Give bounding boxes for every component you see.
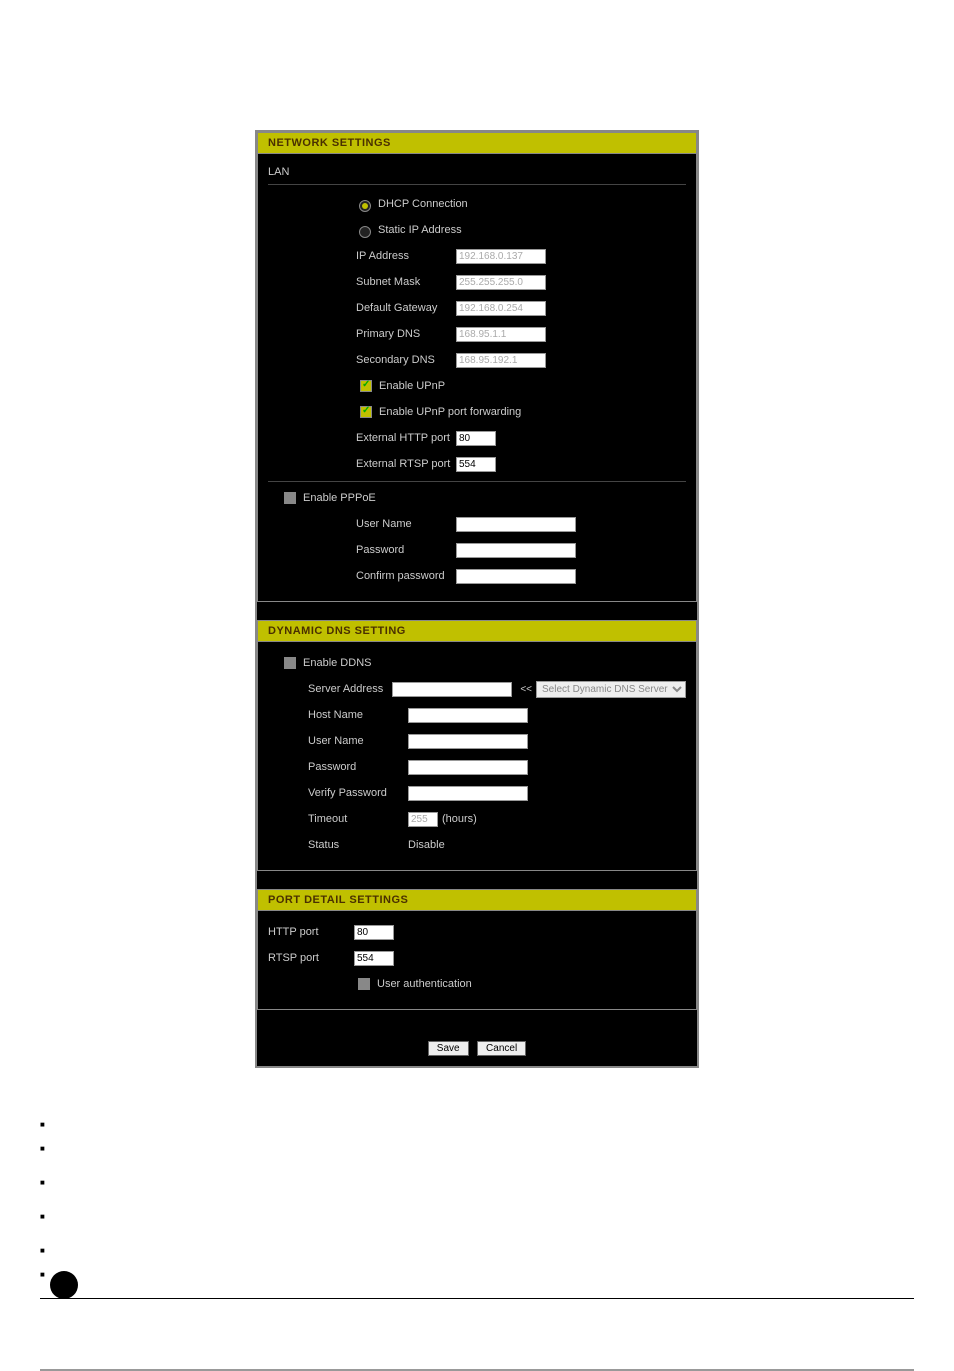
rtsp-port-input[interactable] [354, 951, 394, 966]
network-settings-header: NETWORK SETTINGS [257, 132, 697, 154]
static-ip-radio[interactable] [359, 226, 371, 238]
enable-upnp-label: Enable UPnP [379, 380, 445, 392]
settings-panel-container: NETWORK SETTINGS LAN DHCP Connection Sta… [255, 130, 699, 1068]
bullet-5 [40, 1244, 914, 1262]
pppoe-pass-input[interactable] [456, 543, 576, 558]
ddns-pass-input[interactable] [408, 760, 528, 775]
external-rtsp-label: External RTSP port [356, 458, 456, 470]
ddns-timeout-input[interactable] [408, 812, 438, 827]
dhcp-label: DHCP Connection [378, 198, 468, 210]
server-address-input[interactable] [392, 682, 512, 697]
ddns-header: DYNAMIC DNS SETTING [257, 620, 697, 642]
external-rtsp-input[interactable] [456, 457, 496, 472]
port-detail-header: PORT DETAIL SETTINGS [257, 889, 697, 911]
footnotes [0, 1118, 954, 1286]
ddns-timeout-label: Timeout [268, 813, 408, 825]
ip-address-label: IP Address [356, 250, 456, 262]
ddns-status-label: Status [268, 839, 408, 851]
button-row: Save Cancel [257, 1028, 697, 1066]
enable-upnp-fwd-checkbox[interactable] [360, 406, 372, 418]
cancel-button[interactable]: Cancel [477, 1041, 526, 1056]
static-ip-label: Static IP Address [378, 224, 462, 236]
ddns-verify-input[interactable] [408, 786, 528, 801]
default-gateway-label: Default Gateway [356, 302, 456, 314]
secondary-dns-input[interactable] [456, 353, 546, 368]
ddns-timeout-unit: (hours) [442, 813, 477, 825]
bullet-6 [40, 1268, 914, 1286]
pppoe-confirm-label: Confirm password [356, 570, 456, 582]
network-settings-panel: NETWORK SETTINGS LAN DHCP Connection Sta… [257, 132, 697, 602]
server-address-label: Server Address [268, 683, 392, 695]
enable-upnp-checkbox[interactable] [360, 380, 372, 392]
enable-ddns-label: Enable DDNS [303, 657, 371, 669]
save-button[interactable]: Save [428, 1041, 469, 1056]
external-http-input[interactable] [456, 431, 496, 446]
ddns-pass-label: Password [268, 761, 408, 773]
bullet-1 [40, 1118, 914, 1136]
ddns-panel: DYNAMIC DNS SETTING Enable DDNS Server A… [257, 620, 697, 871]
ddns-status-value: Disable [408, 839, 445, 851]
ddns-arrow-text: << [520, 684, 532, 695]
ip-address-input[interactable] [456, 249, 546, 264]
pppoe-user-label: User Name [356, 518, 456, 530]
primary-dns-label: Primary DNS [356, 328, 456, 340]
default-gateway-input[interactable] [456, 301, 546, 316]
subnet-mask-input[interactable] [456, 275, 546, 290]
pppoe-user-input[interactable] [456, 517, 576, 532]
user-auth-checkbox[interactable] [358, 978, 370, 990]
pppoe-pass-label: Password [356, 544, 456, 556]
external-http-label: External HTTP port [356, 432, 456, 444]
pppoe-confirm-input[interactable] [456, 569, 576, 584]
subnet-mask-label: Subnet Mask [356, 276, 456, 288]
ddns-user-label: User Name [268, 735, 408, 747]
dhcp-radio[interactable] [359, 200, 371, 212]
http-port-input[interactable] [354, 925, 394, 940]
ddns-host-input[interactable] [408, 708, 528, 723]
secondary-dns-label: Secondary DNS [356, 354, 456, 366]
bullet-4 [40, 1210, 914, 1228]
ddns-verify-label: Verify Password [268, 787, 408, 799]
rtsp-port-label: RTSP port [268, 952, 354, 964]
enable-ddns-checkbox[interactable] [284, 657, 296, 669]
ddns-user-input[interactable] [408, 734, 528, 749]
enable-upnp-fwd-label: Enable UPnP port forwarding [379, 406, 521, 418]
primary-dns-input[interactable] [456, 327, 546, 342]
enable-pppoe-label: Enable PPPoE [303, 492, 376, 504]
enable-pppoe-checkbox[interactable] [284, 492, 296, 504]
bullet-3 [40, 1176, 914, 1194]
http-port-label: HTTP port [268, 926, 354, 938]
lan-section-title: LAN [268, 162, 686, 185]
page-badge-icon [50, 1271, 78, 1299]
user-auth-label: User authentication [377, 978, 472, 990]
port-detail-panel: PORT DETAIL SETTINGS HTTP port RTSP port… [257, 889, 697, 1010]
ddns-host-label: Host Name [268, 709, 408, 721]
bullet-2 [40, 1142, 914, 1160]
ddns-server-select[interactable]: Select Dynamic DNS Server [536, 681, 686, 698]
